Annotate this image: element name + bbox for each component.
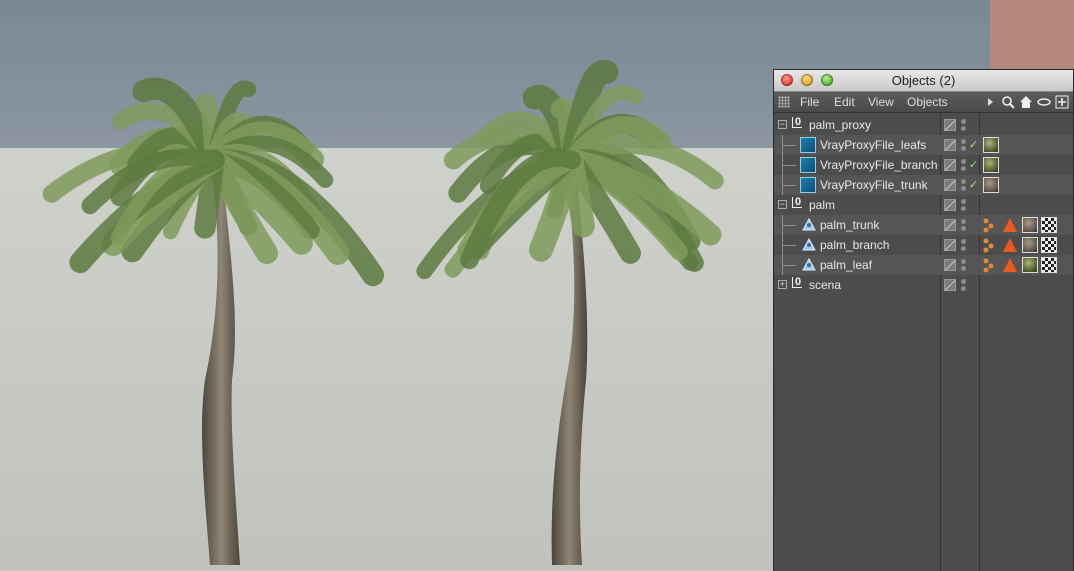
visibility-dots-icon[interactable] [961,278,967,292]
object-row[interactable]: VrayProxyFile_trunk ✓ [774,175,1073,195]
title-bar[interactable]: Objects (2) [774,70,1073,92]
material-tag-icon[interactable] [1022,257,1038,273]
layer-toggle-icon[interactable] [944,139,956,151]
material-tag-icon[interactable] [983,137,999,153]
vray-proxy-icon [800,157,816,173]
home-icon[interactable] [1019,95,1033,109]
material-tag-icon[interactable] [983,177,999,193]
enabled-check-icon[interactable]: ✓ [969,158,978,171]
visibility-dots-icon[interactable] [961,218,967,232]
visibility-dots-icon[interactable] [961,158,967,172]
object-row[interactable]: VrayProxyFile_leafs ✓ [774,135,1073,155]
material-tag-icon[interactable] [1022,237,1038,253]
layer-toggle-icon[interactable] [944,199,956,211]
phong-tag-icon[interactable] [982,257,996,273]
layer-toggle-icon[interactable] [944,179,956,191]
visibility-dots-icon[interactable] [961,118,967,132]
phong-tag-icon[interactable] [982,217,996,233]
object-name[interactable]: palm_branch [820,238,889,252]
object-name[interactable]: VrayProxyFile_trunk [820,178,928,192]
object-name[interactable]: palm_leaf [820,258,872,272]
collapse-icon[interactable]: − [778,120,787,129]
uvw-tag-icon[interactable] [1002,237,1018,253]
polygon-object-icon [802,218,816,231]
object-row[interactable]: VrayProxyFile_branch ✓ [774,155,1073,175]
null-object-icon: 0 [792,277,803,288]
expand-arrow-icon[interactable] [984,95,998,109]
object-name[interactable]: palm [809,198,835,212]
texture-tag-icon[interactable] [1041,237,1057,253]
material-tag-icon[interactable] [983,157,999,173]
menu-view[interactable]: View [868,95,894,109]
phong-tag-icon[interactable] [982,237,996,253]
layer-toggle-icon[interactable] [944,219,956,231]
object-row[interactable]: −0 palm [774,195,1073,215]
window-title: Objects (2) [891,73,956,88]
menu-edit[interactable]: Edit [834,95,855,109]
polygon-object-icon [802,258,816,271]
object-name[interactable]: VrayProxyFile_leafs [820,138,926,152]
link-icon[interactable] [1037,95,1051,109]
collapse-icon[interactable]: − [778,200,787,209]
enabled-check-icon[interactable]: ✓ [969,178,978,191]
visibility-dots-icon[interactable] [961,258,967,272]
null-object-icon: 0 [792,117,803,128]
uvw-tag-icon[interactable] [1002,217,1018,233]
menu-objects[interactable]: Objects [907,95,948,109]
visibility-dots-icon[interactable] [961,178,967,192]
texture-tag-icon[interactable] [1041,257,1057,273]
object-row[interactable]: palm_branch [774,235,1073,255]
object-name[interactable]: palm_proxy [809,118,871,132]
visibility-dots-icon[interactable] [961,198,967,212]
uvw-tag-icon[interactable] [1002,257,1018,273]
layer-toggle-icon[interactable] [944,239,956,251]
null-object-icon: 0 [792,197,803,208]
layer-toggle-icon[interactable] [944,259,956,271]
enabled-check-icon[interactable]: ✓ [969,138,978,151]
vray-proxy-icon [800,137,816,153]
menu-file[interactable]: File [800,95,819,109]
object-row[interactable]: palm_leaf [774,255,1073,275]
layer-toggle-icon[interactable] [944,159,956,171]
object-name[interactable]: VrayProxyFile_branch [820,158,938,172]
visibility-dots-icon[interactable] [961,238,967,252]
search-icon[interactable] [1001,95,1015,109]
object-row[interactable]: palm_trunk [774,215,1073,235]
polygon-object-icon [802,238,816,251]
layer-toggle-icon[interactable] [944,279,956,291]
objects-manager-window: Objects (2) File Edit View Objects −0 pal… [773,69,1074,571]
expand-icon[interactable]: + [778,280,787,289]
material-tag-icon[interactable] [1022,217,1038,233]
object-name[interactable]: scena [809,278,841,292]
object-name[interactable]: palm_trunk [820,218,879,232]
menu-bar: File Edit View Objects [774,92,1073,113]
new-window-icon[interactable] [1055,95,1069,109]
object-row[interactable]: −0 palm_proxy [774,115,1073,135]
visibility-dots-icon[interactable] [961,138,967,152]
texture-tag-icon[interactable] [1041,217,1057,233]
vray-proxy-icon [800,177,816,193]
object-row[interactable]: +0 scena [774,275,1073,295]
grip-icon[interactable] [778,96,790,108]
layer-toggle-icon[interactable] [944,119,956,131]
